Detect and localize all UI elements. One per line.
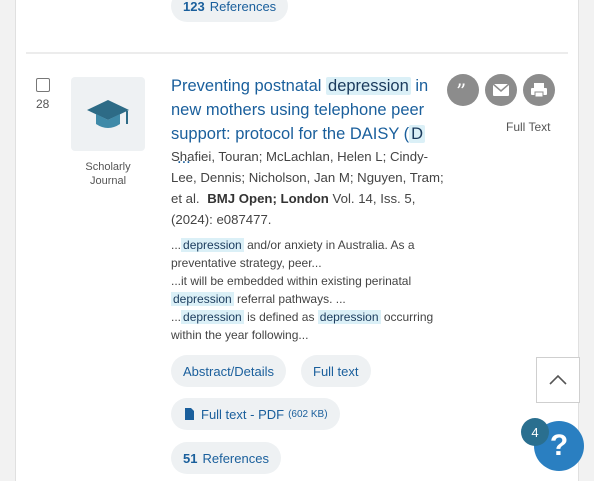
snippet-highlight: depression [171,292,234,306]
full-text-pdf-link[interactable]: Full text - PDF (602 KB) [171,398,340,430]
references-link[interactable]: 51 References [171,442,281,474]
help-notification-badge: 4 [521,418,549,446]
ref-label: References [202,450,269,466]
prev-ref-count: 123 [183,0,205,14]
full-text-link[interactable]: Full text [301,355,371,387]
print-icon[interactable] [523,74,555,106]
source-type-label: Scholarly Journal [85,161,131,187]
ref-count: 51 [183,450,198,466]
title-highlight: depression [326,77,411,95]
result-number: 28 [36,97,50,111]
snippet-text: ... [171,310,182,324]
full-text-label: Full text [313,363,359,379]
prev-ref-label: References [209,0,277,14]
abstract-details-link[interactable]: Abstract/Details [171,355,287,387]
result-authors: Shafiei, Touran; McLachlan, Helen L; Cin… [171,146,449,230]
snippet-text: ...it will be embedded within existing p… [171,274,412,288]
prev-references-link[interactable]: 123 References [171,0,289,22]
pdf-icon [185,408,194,420]
title-highlight-2: D [409,125,426,143]
svg-text:”: ” [456,82,466,98]
pdf-size: (602 KB) [288,408,328,420]
snippet-highlight: depression [317,310,381,324]
email-icon[interactable] [485,74,517,106]
title-text-1: Preventing postnatal [171,77,327,95]
pdf-label: Full text - PDF [201,406,285,422]
result-divider [26,52,568,54]
cite-icon[interactable]: ” [447,74,479,106]
journal-name: BMJ Open; London [207,191,329,206]
snippet-text: ... [171,238,182,252]
full-text-indicator: Full Text [506,120,551,134]
snippet-text: is defined as [243,310,318,324]
chevron-up-icon [549,374,567,385]
scholarly-journal-icon [71,77,145,151]
snippet-highlight: depression [181,238,244,252]
snippet-text: referral pathways. ... [233,292,346,306]
abstract-details-label: Abstract/Details [183,363,275,379]
select-result-checkbox[interactable] [36,78,50,92]
snippet-highlight: depression [181,310,244,324]
help-icon: ? [549,429,569,462]
back-to-top-button[interactable] [536,357,580,403]
result-snippet: ... depression and/or anxiety in Australi… [171,236,449,344]
